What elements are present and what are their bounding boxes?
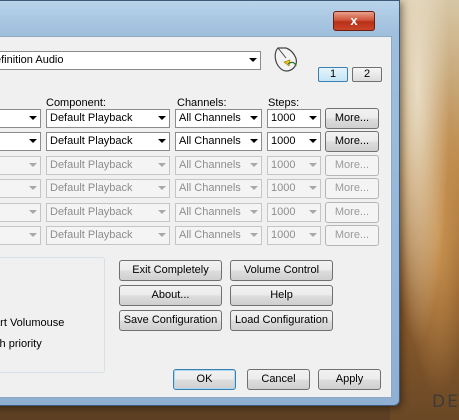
row-component-select[interactable]: Default Playback bbox=[46, 156, 170, 175]
page-1-button[interactable]: 1 bbox=[318, 67, 348, 82]
apply-button[interactable]: Apply bbox=[318, 369, 381, 390]
row-component-value: Default Playback bbox=[50, 182, 133, 194]
load-configuration-button[interactable]: Load Configuration bbox=[230, 310, 333, 331]
row-component-value: Default Playback bbox=[50, 135, 133, 147]
device-select-value: efinition Audio bbox=[0, 54, 64, 66]
ok-button[interactable]: OK bbox=[173, 369, 236, 390]
row-component-select[interactable]: Default Playback bbox=[46, 132, 170, 151]
chevron-down-icon bbox=[29, 163, 37, 167]
row-steps-select[interactable]: 1000 bbox=[267, 109, 321, 128]
row-steps-select[interactable]: 1000 bbox=[267, 156, 321, 175]
row-steps-value: 1000 bbox=[271, 112, 296, 124]
row-steps-select[interactable]: 1000 bbox=[267, 203, 321, 222]
chevron-down-icon bbox=[158, 163, 166, 167]
row-channels-select[interactable]: All Channels bbox=[175, 156, 262, 175]
row-more-button[interactable]: More... bbox=[325, 178, 379, 199]
mouse-icon bbox=[274, 47, 297, 72]
row-component-select[interactable]: Default Playback bbox=[46, 179, 170, 198]
chevron-down-icon bbox=[250, 116, 258, 120]
row-more-button[interactable]: More... bbox=[325, 131, 379, 152]
wallpaper-text: DE bbox=[432, 392, 459, 412]
row-component-select[interactable]: Default Playback bbox=[46, 109, 170, 128]
chevron-down-icon bbox=[158, 139, 166, 143]
chevron-down-icon bbox=[29, 186, 37, 190]
row-steps-value: 1000 bbox=[271, 159, 296, 171]
chevron-down-icon bbox=[250, 163, 258, 167]
row-component-select[interactable]: Default Playback bbox=[46, 203, 170, 222]
chevron-down-icon bbox=[29, 233, 37, 237]
cancel-button[interactable]: Cancel bbox=[247, 369, 310, 390]
row-steps-value: 1000 bbox=[271, 135, 296, 147]
row-more-button[interactable]: More... bbox=[325, 108, 379, 129]
chevron-down-icon bbox=[309, 186, 317, 190]
row-channels-value: All Channels bbox=[179, 206, 241, 218]
chevron-down-icon bbox=[309, 139, 317, 143]
chevron-down-icon bbox=[158, 186, 166, 190]
row-source-select[interactable] bbox=[0, 179, 41, 198]
row-channels-select[interactable]: All Channels bbox=[175, 179, 262, 198]
row-source-select[interactable] bbox=[0, 156, 41, 175]
row-more-button[interactable]: More... bbox=[325, 155, 379, 176]
chevron-down-icon bbox=[29, 116, 37, 120]
row-source-select[interactable] bbox=[0, 109, 41, 128]
row-component-value: Default Playback bbox=[50, 159, 133, 171]
close-button[interactable]: x bbox=[333, 11, 375, 31]
priority-option-label[interactable]: igh priority bbox=[0, 338, 42, 350]
row-component-value: Default Playback bbox=[50, 112, 133, 124]
row-source-select[interactable] bbox=[0, 226, 41, 245]
chevron-down-icon bbox=[158, 233, 166, 237]
row-channels-value: All Channels bbox=[179, 112, 241, 124]
row-channels-select[interactable]: All Channels bbox=[175, 132, 262, 151]
about-button[interactable]: About... bbox=[119, 285, 222, 306]
component-header: Component: bbox=[46, 97, 106, 109]
row-source-select[interactable] bbox=[0, 203, 41, 222]
close-icon: x bbox=[350, 13, 358, 28]
row-steps-select[interactable]: 1000 bbox=[267, 226, 321, 245]
row-channels-value: All Channels bbox=[179, 159, 241, 171]
volume-control-button[interactable]: Volume Control bbox=[230, 260, 333, 281]
save-configuration-button[interactable]: Save Configuration bbox=[119, 310, 222, 331]
restart-option-label[interactable]: tart Volumouse bbox=[0, 317, 64, 329]
chevron-down-icon bbox=[250, 210, 258, 214]
row-steps-value: 1000 bbox=[271, 206, 296, 218]
chevron-down-icon bbox=[309, 210, 317, 214]
steps-header: Steps: bbox=[268, 97, 300, 109]
chevron-down-icon bbox=[29, 139, 37, 143]
row-steps-value: 1000 bbox=[271, 182, 296, 194]
row-component-select[interactable]: Default Playback bbox=[46, 226, 170, 245]
chevron-down-icon bbox=[158, 116, 166, 120]
row-channels-select[interactable]: All Channels bbox=[175, 109, 262, 128]
row-component-value: Default Playback bbox=[50, 206, 133, 218]
help-button[interactable]: Help bbox=[230, 285, 333, 306]
row-channels-select[interactable]: All Channels bbox=[175, 203, 262, 222]
chevron-down-icon bbox=[250, 139, 258, 143]
desktop-wallpaper bbox=[390, 0, 459, 420]
chevron-down-icon bbox=[309, 116, 317, 120]
row-more-button[interactable]: More... bbox=[325, 225, 379, 246]
row-steps-select[interactable]: 1000 bbox=[267, 132, 321, 151]
exit-completely-button[interactable]: Exit Completely bbox=[119, 260, 222, 281]
row-channels-value: All Channels bbox=[179, 182, 241, 194]
row-channels-value: All Channels bbox=[179, 229, 241, 241]
row-steps-value: 1000 bbox=[271, 229, 296, 241]
chevron-down-icon bbox=[250, 233, 258, 237]
chevron-down-icon bbox=[158, 210, 166, 214]
row-steps-select[interactable]: 1000 bbox=[267, 179, 321, 198]
row-channels-value: All Channels bbox=[179, 135, 241, 147]
chevron-down-icon bbox=[29, 210, 37, 214]
chevron-down-icon bbox=[249, 58, 257, 62]
chevron-down-icon bbox=[309, 233, 317, 237]
device-select[interactable]: efinition Audio bbox=[0, 51, 261, 70]
channels-header: Channels: bbox=[177, 97, 227, 109]
row-source-select[interactable] bbox=[0, 132, 41, 151]
page-2-button[interactable]: 2 bbox=[352, 67, 382, 82]
options-groupbox bbox=[0, 257, 105, 373]
dialog-client-area: efinition Audio 1 2 Component: Channels:… bbox=[0, 36, 392, 398]
row-channels-select[interactable]: All Channels bbox=[175, 226, 262, 245]
row-more-button[interactable]: More... bbox=[325, 202, 379, 223]
chevron-down-icon bbox=[250, 186, 258, 190]
row-component-value: Default Playback bbox=[50, 229, 133, 241]
chevron-down-icon bbox=[309, 163, 317, 167]
